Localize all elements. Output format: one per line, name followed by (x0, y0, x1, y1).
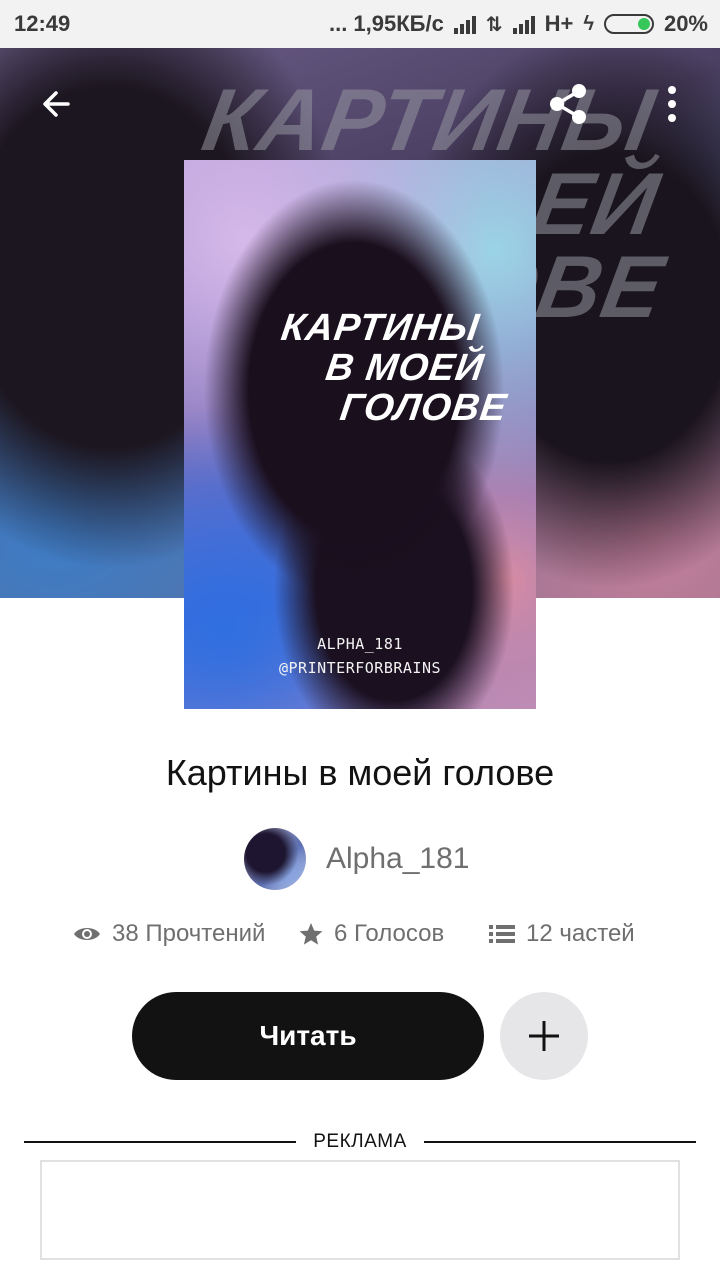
book-title: Картины в моей голове (165, 752, 555, 793)
eye-icon (74, 928, 100, 940)
divider (424, 1141, 696, 1143)
author-avatar[interactable] (244, 828, 306, 890)
star-icon (299, 923, 323, 945)
back-button[interactable] (28, 76, 84, 132)
stat-votes: 6 Голосов (298, 920, 444, 948)
battery-percent: 20% (663, 11, 708, 36)
signal-strength-icon (453, 14, 476, 34)
author-link[interactable]: Alpha_181 (244, 828, 469, 890)
cover-credits: ALPHA_181 @PRINTERFORBRAINS (278, 635, 442, 677)
divider (24, 1141, 296, 1143)
battery-icon (603, 14, 654, 34)
author-name[interactable]: Alpha_181 (326, 842, 469, 876)
book-stats: 38 Прочтений 6 Голосов 12 частей (0, 920, 720, 968)
stat-parts[interactable]: 12 частей (488, 920, 635, 948)
stat-reads: 38 Прочтений (72, 920, 265, 948)
ad-label: РЕКЛАМА (313, 1131, 407, 1152)
share-button[interactable] (540, 76, 596, 132)
ad-header: РЕКЛАМА (24, 1130, 696, 1154)
more-vert-icon (668, 86, 676, 122)
plus-icon (529, 1021, 559, 1051)
signal-strength-icon-2 (512, 14, 535, 34)
data-transfer-icon: ⇅ (485, 13, 503, 36)
status-right: ... 1,95КБ/с ⇅ H+ ϟ 20% (329, 11, 708, 37)
charging-icon: ϟ (583, 12, 594, 35)
cover-title: КАРТИНЫ В МОЕЙ ГОЛОВЕ (278, 307, 510, 429)
read-button[interactable]: Читать (132, 992, 484, 1080)
share-icon (550, 84, 586, 124)
status-bar: 12:49 ... 1,95КБ/с ⇅ H+ ϟ 20% (0, 0, 720, 48)
list-icon (489, 925, 515, 943)
ad-container[interactable] (40, 1160, 680, 1260)
network-speed: ... 1,95КБ/с (328, 11, 444, 36)
status-time: 12:49 (14, 11, 71, 36)
network-type: H+ (544, 11, 574, 36)
back-arrow-icon (43, 91, 70, 117)
book-cover[interactable]: КАРТИНЫ В МОЕЙ ГОЛОВЕ ALPHA_181 @PRINTER… (184, 160, 536, 709)
more-options-button[interactable] (644, 76, 700, 132)
add-to-library-button[interactable] (500, 992, 588, 1080)
